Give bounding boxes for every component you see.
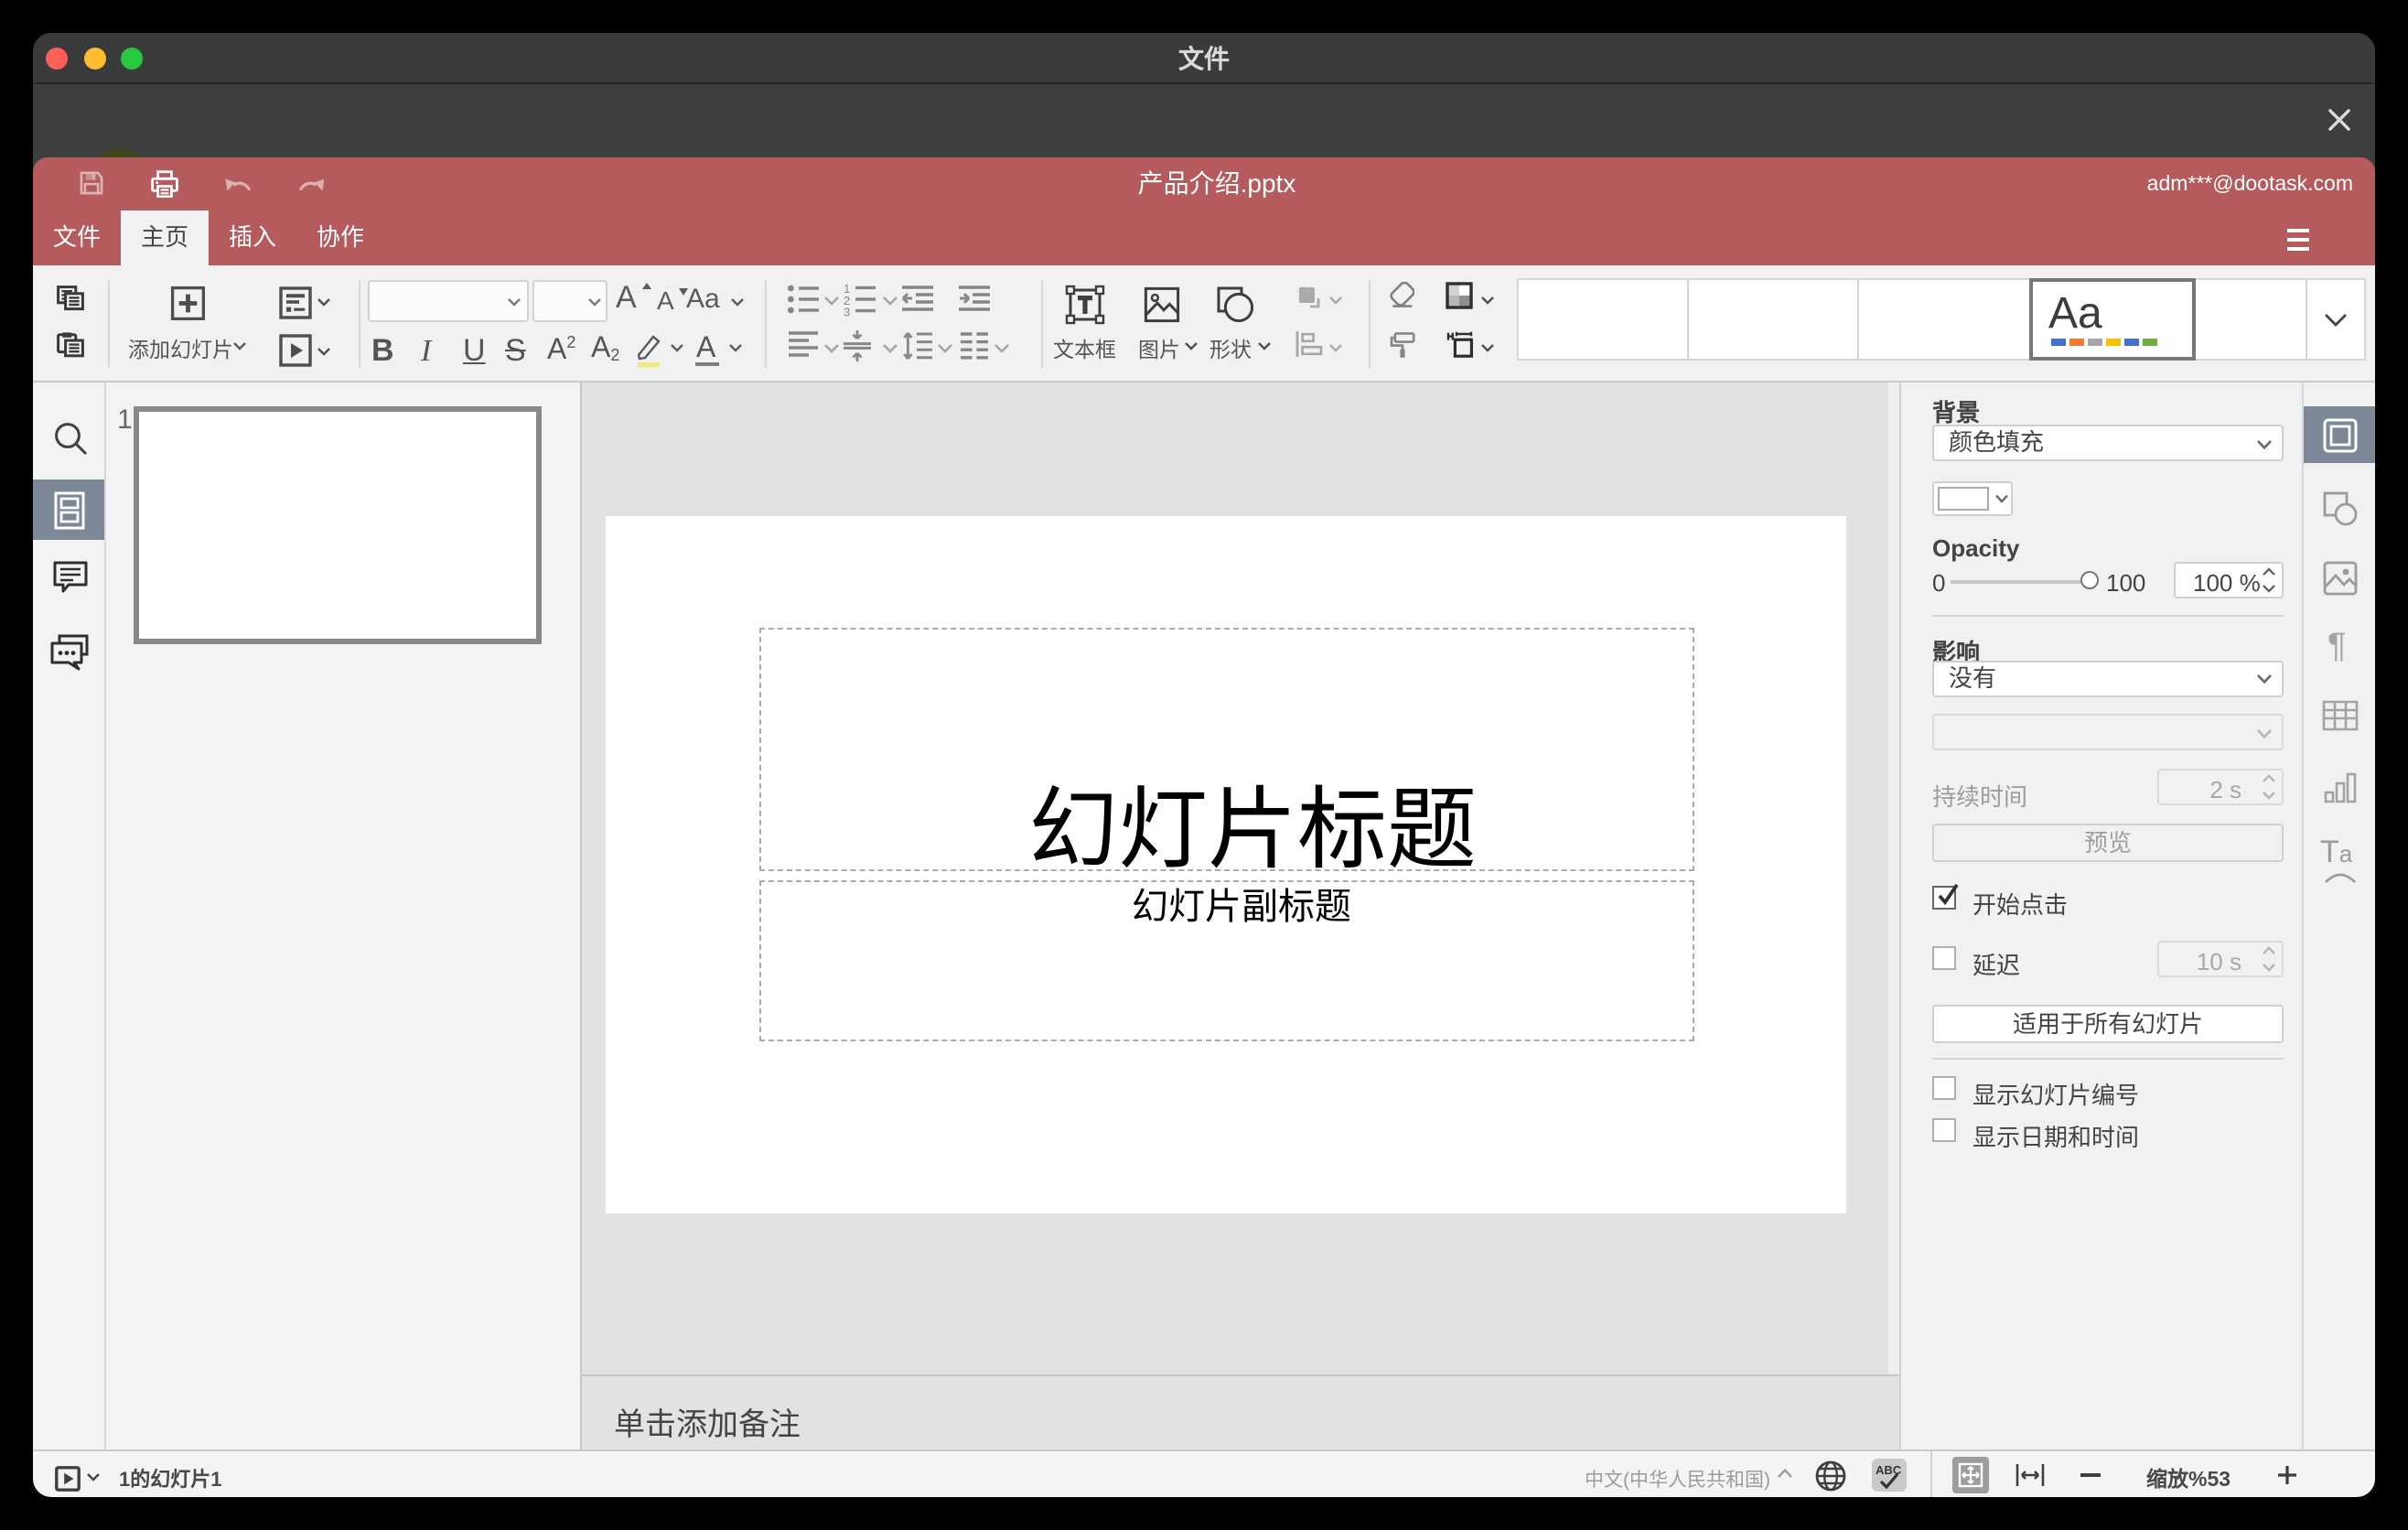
svg-text:3: 3 — [844, 306, 850, 317]
